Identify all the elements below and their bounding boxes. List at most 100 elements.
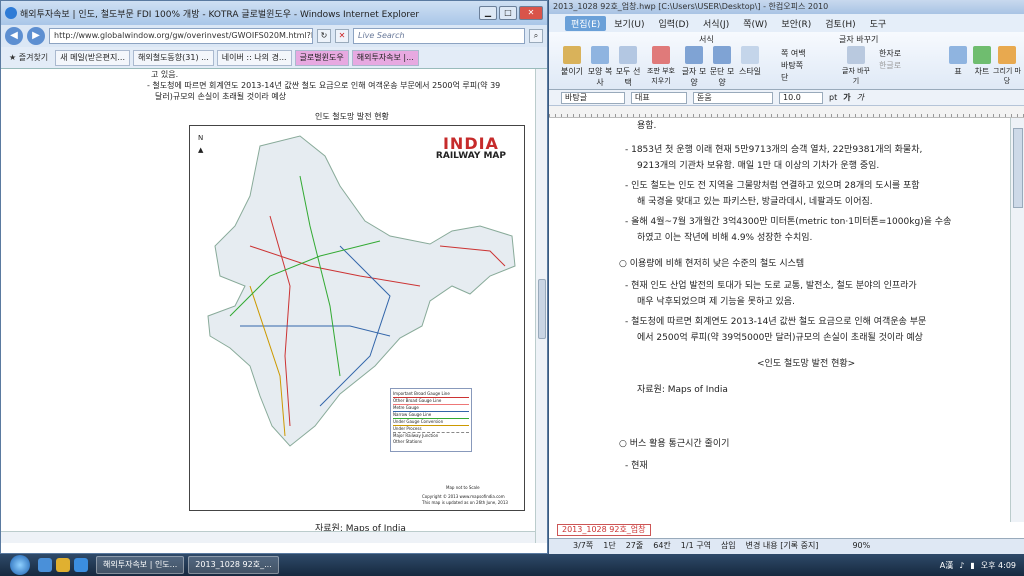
tab-globalwindow[interactable]: 글로벌윈도우 (294, 49, 349, 66)
status-char: 64칸 (653, 541, 671, 550)
back-button[interactable]: ◀ (5, 27, 23, 45)
menu-edit[interactable]: 편집(E) (565, 15, 607, 31)
status-track-changes[interactable]: 변경 내용 [기록 중지] (746, 539, 819, 554)
doc-bullet: ○ 이용량에 비해 현저히 낮은 수준의 철도 시스템 (619, 259, 805, 269)
ie-window: 해외투자속보 | 인도, 철도부문 FDI 100% 개방 - KOTRA 글로… (0, 0, 548, 554)
menu-page[interactable]: 쪽(W) (737, 16, 773, 31)
system-tray: A漢 ♪ ▮ 오후 4:09 (940, 560, 1016, 571)
stop-button[interactable]: ✕ (335, 29, 349, 43)
ruler[interactable] (549, 106, 1024, 118)
ribbon-group-replace: 글자 바꾸기 (839, 35, 879, 44)
refresh-button[interactable]: ↻ (317, 29, 331, 43)
page-margin-button[interactable]: 쪽 여백 (781, 48, 806, 60)
format-copy-button[interactable]: 모양 복사 (587, 46, 613, 88)
ribbon-group-format: 서식 (699, 35, 714, 44)
minimize-button[interactable]: ▁ (479, 6, 497, 20)
map-legend: Important Broad Gauge Line Other Broad G… (390, 388, 472, 452)
menu-format[interactable]: 서식(J) (697, 16, 735, 31)
live-search-input[interactable]: Live Search (353, 28, 525, 44)
search-icon[interactable]: ⌕ (529, 29, 543, 43)
para-shape-button[interactable]: 문단 모양 (709, 46, 735, 88)
url-field[interactable]: http://www.globalwindow.org/gw/overinves… (49, 28, 313, 44)
menu-tools[interactable]: 도구 (864, 16, 893, 31)
india-railway-map: N ▲ INDIA RAILWAY MAP Important Broad Gau… (189, 125, 525, 511)
column-button[interactable]: 단 (781, 72, 806, 84)
to-hanja-button[interactable]: 한자로 (879, 48, 901, 60)
to-hangul-button[interactable]: 한글로 (879, 60, 901, 72)
favorites-button[interactable]: ★ 즐겨찾기 (5, 50, 52, 65)
master-page-button[interactable]: 바탕쪽 (781, 60, 806, 72)
menu-view[interactable]: 보기(U) (608, 16, 650, 31)
doc-line: 에서 2500억 루피(약 39억5000만 달러)규모의 손실이 초래될 것이… (637, 333, 923, 343)
ie-address-bar: ◀ ▶ http://www.globalwindow.org/gw/overi… (1, 25, 547, 47)
status-column: 1단 (603, 541, 616, 550)
map-copyright: Copyright © 2013 www.mapsofindia.com Thi… (422, 494, 508, 505)
hwp-vertical-scrollbar[interactable] (1010, 118, 1024, 522)
italic-button[interactable]: 가 (857, 92, 864, 103)
task-ie[interactable]: 해외투자속보 | 인도... (96, 556, 185, 574)
clock[interactable]: 오후 4:09 (981, 560, 1016, 571)
status-page: 3/7쪽 (573, 541, 594, 550)
tab-mail[interactable]: 새 메일(받은편지... (55, 49, 130, 66)
show-desktop-icon[interactable] (38, 558, 52, 572)
font-size-combo[interactable]: 10.0 (779, 91, 823, 104)
volume-icon[interactable]: ♪ (959, 561, 964, 570)
select-all-button[interactable]: 모두 선택 (615, 46, 641, 88)
ie-vertical-scrollbar[interactable] (535, 69, 547, 543)
doc-line: - 현재 인도 산업 발전의 토대가 되는 도로 교통, 발전소, 철도 분야의… (625, 281, 917, 291)
explorer-icon[interactable] (56, 558, 70, 572)
hwp-title: 2013_1028 92호_업창.hwp [C:\Users\USER\Desk… (549, 0, 1024, 14)
menu-review[interactable]: 검토(H) (819, 16, 861, 31)
clear-codes-button[interactable]: 조판 부호 지우기 (645, 46, 677, 86)
ie-title-text: 해외투자속보 | 인도, 철도부문 FDI 100% 개방 - KOTRA 글로… (20, 9, 420, 20)
ie-icon[interactable] (74, 558, 88, 572)
taskbar: 해외투자속보 | 인도... 2013_1028 92호_... A漢 ♪ ▮ … (0, 554, 1024, 576)
ie-logo-icon (5, 7, 17, 19)
hanja-options: 한자로 한글로 (879, 48, 901, 72)
ime-icon[interactable]: A漢 (940, 560, 953, 571)
menu-insert[interactable]: 입력(D) (652, 16, 695, 31)
status-section: 1/1 구역 (680, 541, 711, 550)
page-text-line: 달러)규모의 손실이 초래될 것이라 예상 (155, 92, 287, 101)
chart-button[interactable]: 차트 (969, 46, 995, 77)
document-page[interactable]: 용함. - 1853년 첫 운행 이래 현재 5만9713개의 승객 열차, 2… (557, 118, 1011, 522)
hwp-window: 2013_1028 92호_업창.hwp [C:\Users\USER\Desk… (548, 0, 1024, 554)
close-button[interactable]: ✕ (519, 6, 543, 20)
status-insert[interactable]: 삽입 (721, 539, 736, 554)
network-icon[interactable]: ▮ (970, 561, 974, 570)
font-type-combo[interactable]: 대표 (631, 91, 687, 104)
task-hwp[interactable]: 2013_1028 92호_... (188, 556, 279, 574)
char-shape-button[interactable]: 글자 모양 (681, 46, 707, 88)
doc-bullet: ○ 버스 활용 통근시간 줄이기 (619, 439, 730, 449)
table-button[interactable]: 표 (945, 46, 971, 77)
zoom-level[interactable]: 90% (852, 539, 870, 554)
drawing-button[interactable]: 그리기 마당 (993, 46, 1021, 86)
bold-button[interactable]: 가 (843, 92, 850, 103)
document-tab[interactable]: 2013_1028 92호_업창 (557, 524, 651, 536)
ie-content: 고 있음. - 철도청에 따르면 회계연도 2013-14년 값싼 철도 요금으… (1, 69, 547, 543)
style-combo[interactable]: 바탕글 (561, 91, 625, 104)
forward-button[interactable]: ▶ (27, 27, 45, 45)
doc-line: - 현재 (625, 461, 648, 471)
tab-naver[interactable]: 네이버 :: 나의 경... (216, 49, 292, 66)
page-options: 쪽 여백 바탕쪽 단 (781, 48, 806, 84)
favorites-label: 즐겨찾기 (18, 53, 49, 62)
maximize-button[interactable]: □ (499, 6, 517, 20)
menu-security[interactable]: 보안(R) (775, 16, 817, 31)
style-button[interactable]: 스타일 (737, 46, 763, 77)
font-name-combo[interactable]: 돋움 (693, 91, 773, 104)
doc-line: - 1853년 첫 운행 이래 현재 5만9713개의 승객 열차, 22만93… (625, 145, 923, 155)
map-scale-note: Map not to Scale (446, 485, 480, 490)
start-button[interactable] (10, 555, 30, 575)
doc-line: 하였고 이는 작년에 비해 4.9% 성장한 수치임. (637, 233, 813, 243)
map-title: INDIA RAILWAY MAP (435, 134, 506, 162)
map-caption: 인도 철도망 발전 현황 (315, 112, 389, 121)
paste-button[interactable]: 붙이기 (559, 46, 585, 77)
tab-railway-news[interactable]: 해외철도동향(31) ... (132, 49, 214, 66)
size-unit[interactable]: pt (829, 93, 837, 102)
ie-tab-bar: ★ 즐겨찾기 새 메일(받은편지... 해외철도동향(31) ... 네이버 :… (1, 47, 547, 69)
tab-investment-news[interactable]: 해외투자속보 |... (351, 49, 419, 66)
replace-char-button[interactable]: 글자 바꾸기 (839, 46, 873, 86)
ie-horizontal-scrollbar[interactable] (1, 531, 535, 543)
ie-titlebar[interactable]: 해외투자속보 | 인도, 철도부문 FDI 100% 개방 - KOTRA 글로… (1, 1, 547, 25)
